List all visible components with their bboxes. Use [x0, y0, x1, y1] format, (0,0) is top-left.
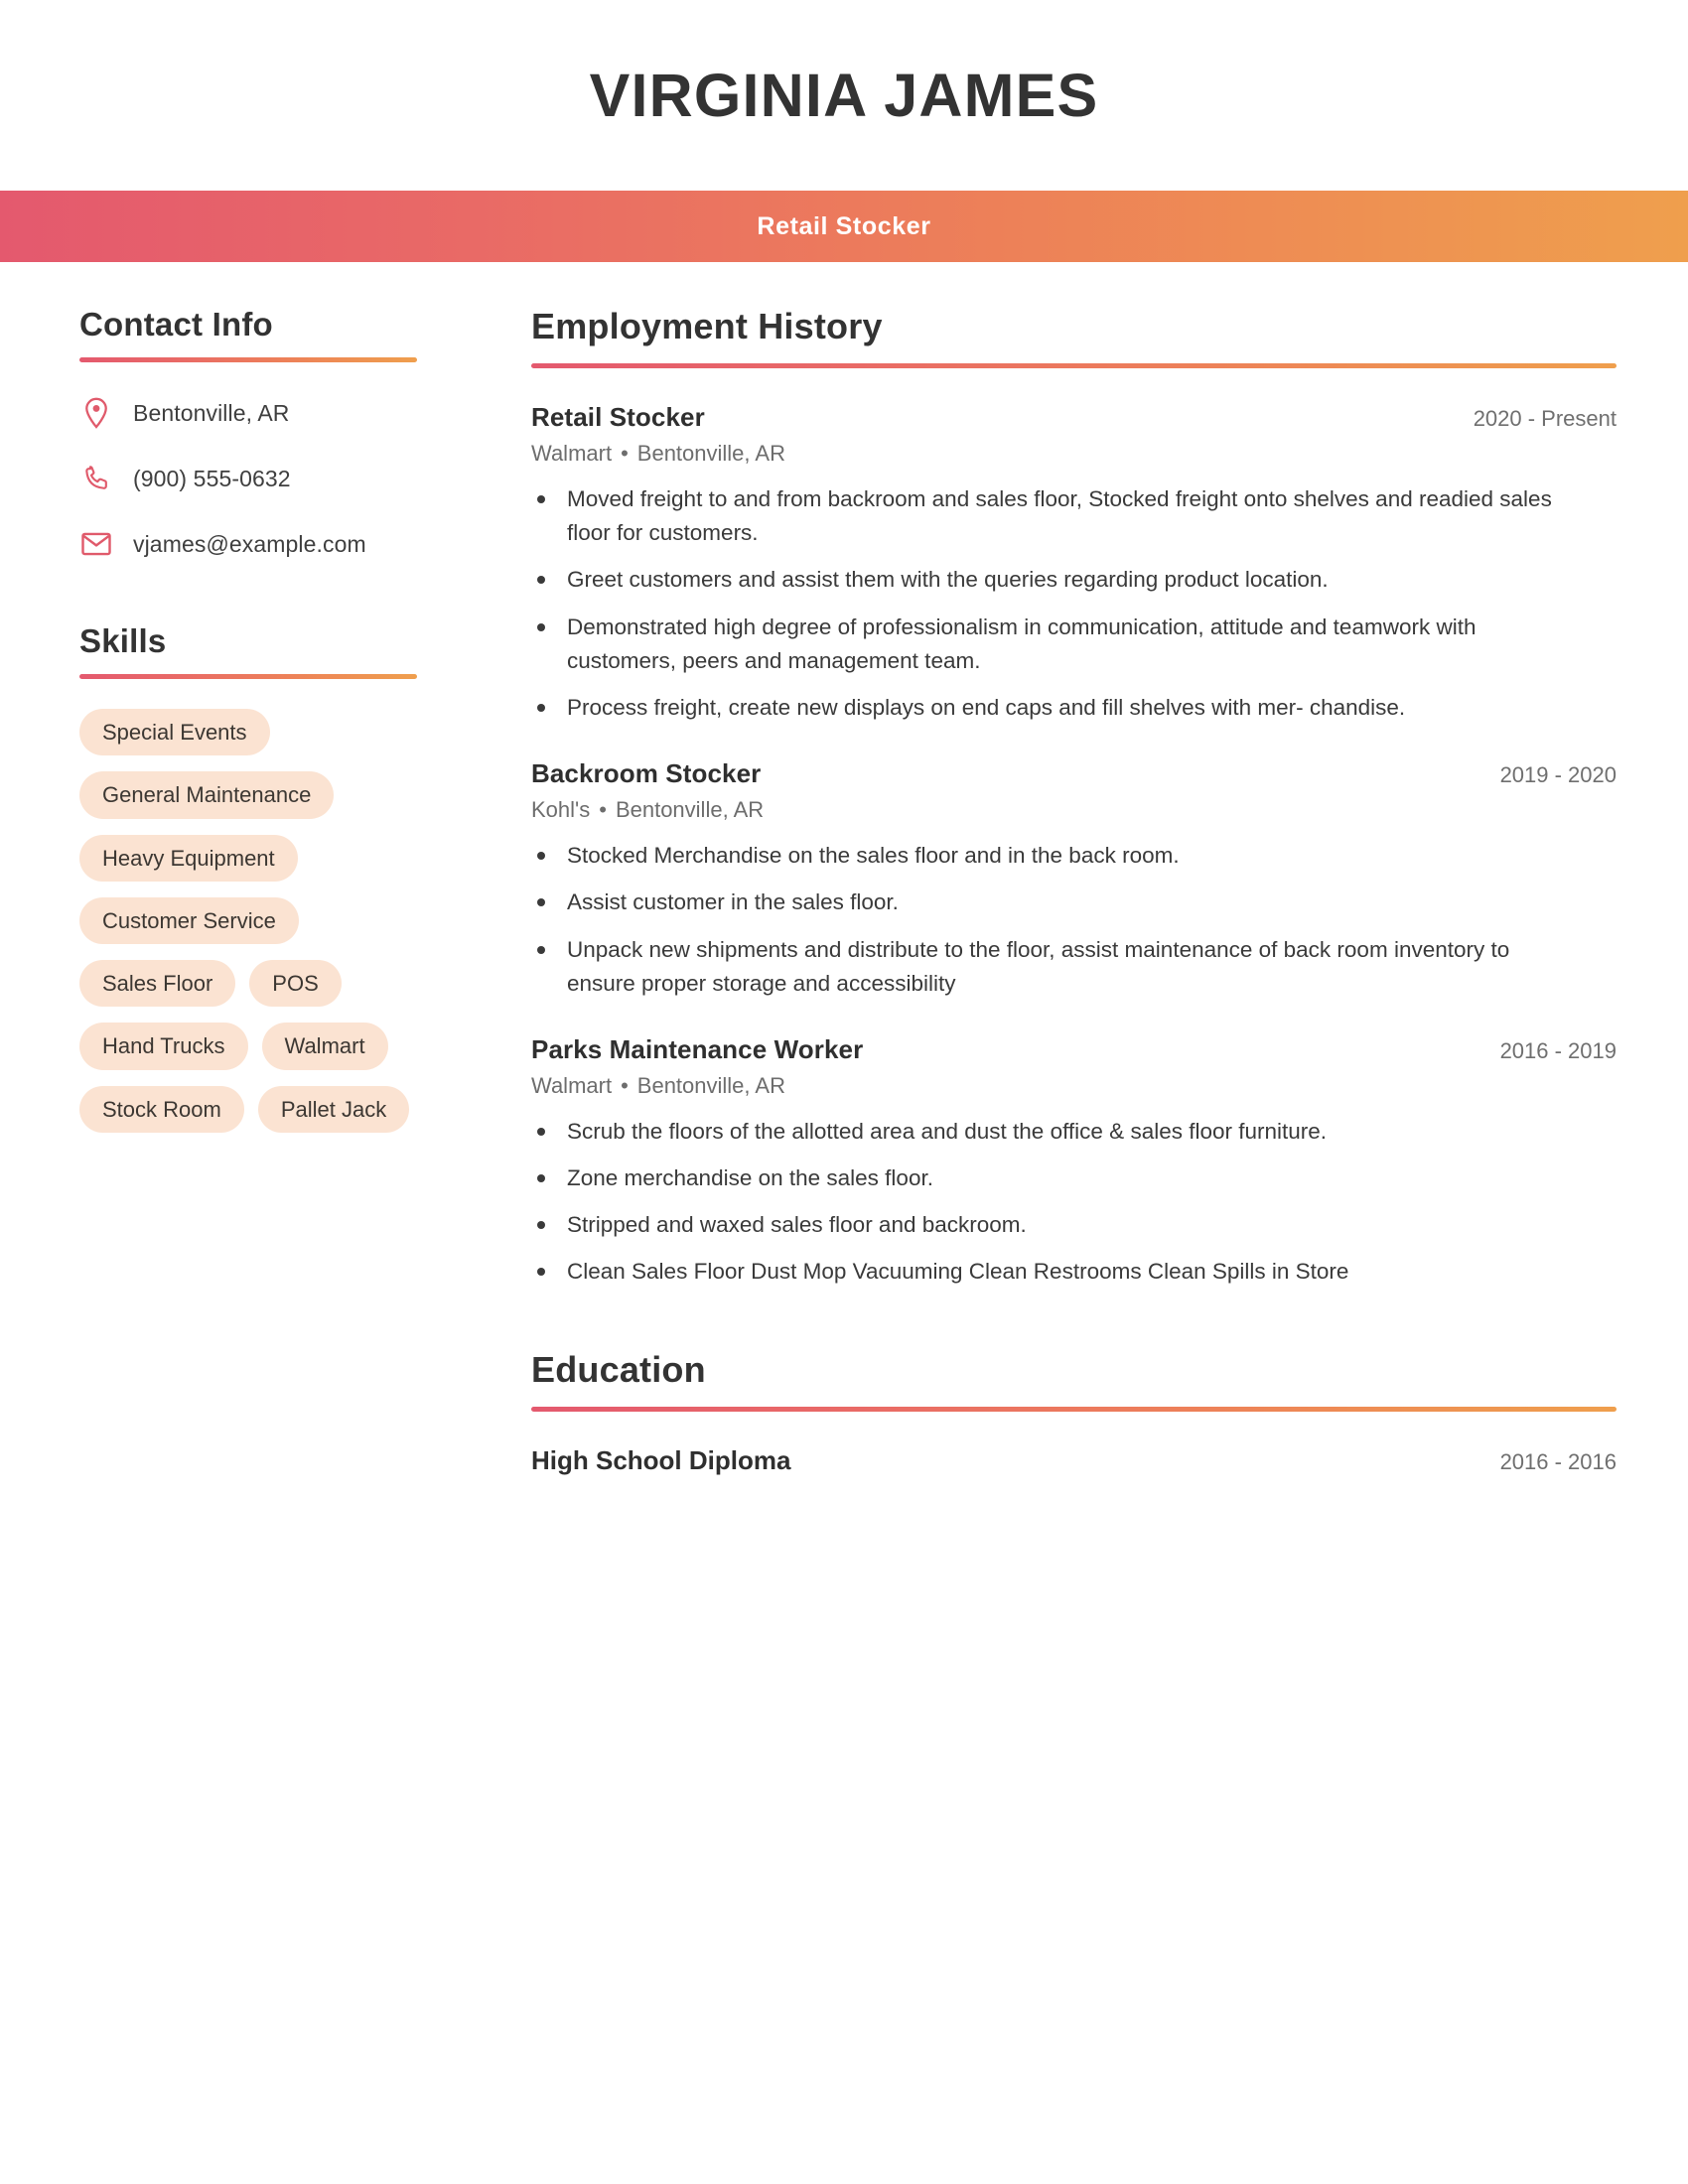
job-bullet-list: Moved freight to and from backroom and s…: [531, 482, 1617, 725]
education-entry: High School Diploma 2016 - 2016: [531, 1445, 1617, 1476]
skill-tag: Heavy Equipment: [79, 834, 298, 882]
job-company: Walmart: [531, 1072, 613, 1098]
job-bullet-list: Stocked Merchandise on the sales floor a…: [531, 839, 1617, 1001]
resume-body: Contact Info Bentonville, AR (900) 555-0…: [0, 262, 1688, 1476]
job-bullet: Greet customers and assist them with the…: [531, 563, 1584, 597]
contact-item-location[interactable]: Bentonville, AR: [79, 392, 417, 434]
skill-tag: Walmart: [261, 1023, 388, 1070]
envelope-icon: [79, 527, 113, 561]
contact-info-section: Contact Info Bentonville, AR (900) 555-0…: [79, 306, 417, 565]
employment-history-heading: Employment History: [531, 306, 883, 346]
phone-icon: [79, 462, 113, 495]
contact-list: Bentonville, AR (900) 555-0632 vjames@ex…: [79, 392, 417, 565]
job-company: Walmart: [531, 441, 613, 466]
job-dates: 2019 - 2020: [1499, 762, 1617, 788]
location-pin-icon: [79, 396, 113, 430]
job-company: Kohl's: [531, 797, 591, 823]
job-header: Backroom Stocker 2019 - 2020: [531, 758, 1617, 789]
job-dates: 2020 - Present: [1473, 406, 1617, 431]
skill-tag: Customer Service: [79, 896, 299, 945]
job-bullet: Zone merchandise on the sales floor.: [531, 1161, 1584, 1195]
skills-heading: Skills: [79, 622, 167, 659]
contact-info-heading: Contact Info: [79, 306, 273, 342]
job-company-location: Kohl's • Bentonville, AR: [531, 797, 1617, 823]
job-company-location: Walmart • Bentonville, AR: [531, 441, 1617, 467]
meta-separator-dot: •: [599, 797, 607, 823]
skill-tag: Sales Floor: [79, 960, 236, 1008]
job-entry: Backroom Stocker 2019 - 2020 Kohl's • Benton…: [531, 758, 1617, 1001]
education-degree: High School Diploma: [531, 1444, 791, 1475]
job-location: Bentonville, AR: [636, 1072, 785, 1098]
meta-separator-dot: •: [621, 1072, 629, 1098]
job-header: Parks Maintenance Worker 2016 - 2019: [531, 1034, 1617, 1065]
job-bullet: Unpack new shipments and distribute to t…: [531, 933, 1584, 1001]
skill-tag: Special Events: [79, 709, 270, 756]
job-bullet: Process freight, create new displays on …: [531, 691, 1584, 725]
education-heading: Education: [531, 1348, 706, 1390]
employment-history-section: Employment History Retail Stocker 2020 - …: [531, 306, 1617, 1290]
job-bullet: Stocked Merchandise on the sales floor a…: [531, 839, 1584, 873]
job-bullet: Assist customer in the sales floor.: [531, 886, 1584, 919]
job-dates: 2016 - 2019: [1499, 1037, 1617, 1063]
job-bullet: Stripped and waxed sales floor and backr…: [531, 1208, 1584, 1242]
skill-tag: POS: [249, 960, 342, 1008]
sidebar: Contact Info Bentonville, AR (900) 555-0…: [0, 306, 467, 1134]
job-entry: Retail Stocker 2020 - Present Walmart • Bent…: [531, 402, 1617, 725]
job-list: Retail Stocker 2020 - Present Walmart • Bent…: [531, 402, 1617, 1290]
contact-phone-value: (900) 555-0632: [133, 465, 291, 491]
job-location: Bentonville, AR: [636, 441, 785, 466]
skill-tag: Pallet Jack: [257, 1085, 410, 1134]
job-location: Bentonville, AR: [615, 797, 765, 823]
resume-header: VIRGINIA JAMES: [0, 0, 1688, 191]
job-title-text: Retail Stocker: [757, 211, 931, 240]
job-bullet: Demonstrated high degree of professional…: [531, 611, 1584, 678]
job-role: Backroom Stocker: [531, 758, 762, 789]
education-section: Education High School Diploma 2016 - 2016: [531, 1349, 1617, 1476]
meta-separator-dot: •: [621, 441, 629, 466]
job-role: Parks Maintenance Worker: [531, 1033, 864, 1064]
contact-item-email[interactable]: vjames@example.com: [79, 523, 417, 565]
main-column: Employment History Retail Stocker 2020 - …: [467, 306, 1688, 1476]
education-divider: [531, 1406, 1617, 1412]
skills-section: Skills Special Events General Maintenance…: [79, 622, 417, 1134]
job-role: Retail Stocker: [531, 402, 705, 432]
skill-tag: Stock Room: [79, 1085, 244, 1134]
resume-page: VIRGINIA JAMES Retail Stocker Contact In…: [0, 0, 1688, 2184]
contact-item-phone[interactable]: (900) 555-0632: [79, 458, 417, 499]
employment-history-divider: [531, 363, 1617, 368]
job-bullet: Scrub the floors of the allotted area an…: [531, 1115, 1584, 1149]
contact-email-value: vjames@example.com: [133, 530, 366, 557]
education-dates: 2016 - 2016: [1499, 1448, 1617, 1474]
job-header: Retail Stocker 2020 - Present: [531, 402, 1617, 433]
job-bullet-list: Scrub the floors of the allotted area an…: [531, 1115, 1617, 1290]
skills-divider: [79, 674, 417, 679]
contact-location-value: Bentonville, AR: [133, 399, 290, 426]
job-title-banner: Retail Stocker: [0, 191, 1688, 262]
contact-info-divider: [79, 357, 417, 362]
education-list: High School Diploma 2016 - 2016: [531, 1445, 1617, 1476]
skill-tag: General Maintenance: [79, 771, 335, 819]
skill-tag: Hand Trucks: [79, 1023, 248, 1070]
job-company-location: Walmart • Bentonville, AR: [531, 1073, 1617, 1099]
job-entry: Parks Maintenance Worker 2016 - 2019 Walma…: [531, 1034, 1617, 1290]
job-bullet: Moved freight to and from backroom and s…: [531, 482, 1584, 550]
skills-tag-list: Special Events General Maintenance Heavy E…: [79, 709, 417, 1134]
job-bullet: Clean Sales Floor Dust Mop Vacuuming Cle…: [531, 1255, 1584, 1289]
page-title: VIRGINIA JAMES: [589, 62, 1099, 129]
